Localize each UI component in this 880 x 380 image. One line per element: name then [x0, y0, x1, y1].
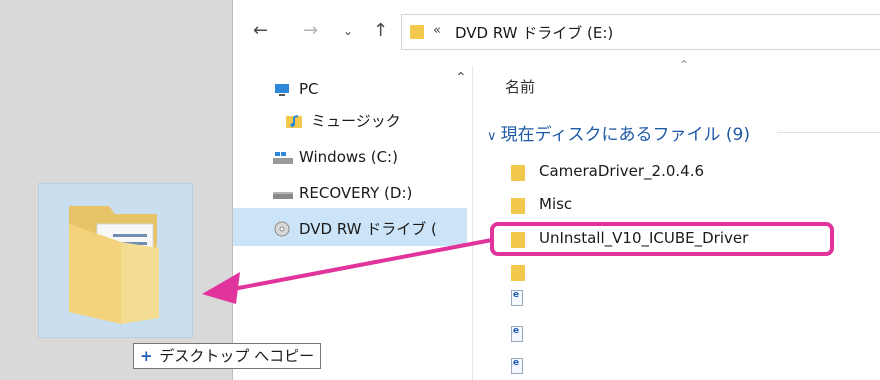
- scroll-up-arrow-icon[interactable]: ⌃: [455, 70, 467, 86]
- recent-locations-chevron-icon[interactable]: ⌄: [343, 24, 353, 38]
- column-header-name[interactable]: 名前: [505, 76, 535, 97]
- pc-icon: [273, 83, 291, 97]
- document-icon[interactable]: e: [511, 290, 523, 306]
- up-arrow-icon[interactable]: ↑: [373, 20, 388, 41]
- navigation-pane: PC ミュージック Windows (C:) RECOVERY (D:) DVD: [233, 66, 473, 380]
- nav-item-label: ミュージック: [311, 112, 401, 130]
- dvd-icon: [273, 221, 291, 237]
- document-icon[interactable]: e: [511, 358, 523, 374]
- address-bar: ← → ⌄ ↑ « DVD RW ドライブ (E:): [233, 0, 880, 66]
- address-path-text[interactable]: DVD RW ドライブ (E:): [455, 22, 613, 43]
- file-explorer-window: ← → ⌄ ↑ « DVD RW ドライブ (E:) PC ミュージック Win…: [232, 0, 880, 380]
- folder-icon: [511, 198, 525, 214]
- group-header[interactable]: ∨ 現在ディスクにあるファイル (9): [487, 120, 750, 145]
- plus-icon: +: [140, 347, 153, 365]
- highlight-frame: [490, 222, 834, 256]
- nav-item-label: DVD RW ドライブ (: [299, 220, 437, 238]
- nav-scrollbar[interactable]: ⌃: [455, 66, 469, 380]
- group-header-label: 現在ディスクにあるファイル (9): [500, 125, 750, 145]
- nav-item-label: PC: [299, 80, 319, 98]
- forward-arrow-icon[interactable]: →: [303, 20, 318, 41]
- address-field[interactable]: « DVD RW ドライブ (E:): [401, 14, 880, 50]
- dragged-folder-preview: [38, 183, 193, 338]
- document-icon[interactable]: e: [511, 326, 523, 342]
- large-folder-icon: [69, 206, 159, 324]
- drive-icon: [273, 187, 293, 201]
- back-arrow-icon[interactable]: ←: [253, 20, 268, 41]
- folder-icon: [511, 165, 525, 181]
- folder-icon: [410, 25, 424, 39]
- address-overflow-chevron[interactable]: «: [433, 23, 441, 38]
- nav-item-label: RECOVERY (D:): [299, 184, 413, 202]
- copy-tooltip: + デスクトップ へコピー: [133, 343, 322, 369]
- windows-drive-icon: [273, 151, 293, 165]
- file-name: CameraDriver_2.0.4.6: [539, 162, 704, 180]
- sort-ascending-icon: ⌃: [679, 58, 690, 72]
- tooltip-text: デスクトップ へコピー: [159, 347, 315, 365]
- nav-item-label: Windows (C:): [299, 148, 398, 166]
- file-name: Misc: [539, 195, 573, 213]
- folder-icon: [511, 265, 525, 281]
- collapse-chevron-icon[interactable]: ∨: [487, 129, 501, 144]
- group-divider-line: [777, 132, 880, 133]
- music-folder-icon: [285, 113, 303, 128]
